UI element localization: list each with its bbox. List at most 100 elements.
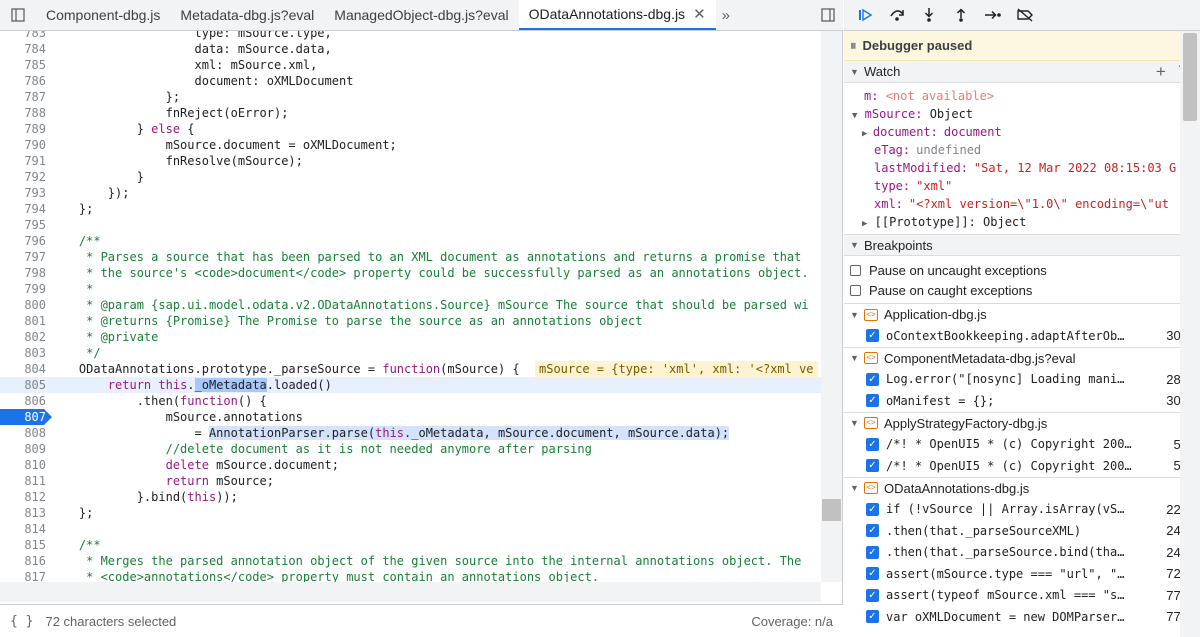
line-number[interactable]: 813 <box>0 505 46 521</box>
watch-property[interactable]: ▶ [[Prototype]]: Object <box>844 213 1200 231</box>
deactivate-breakpoints-icon[interactable] <box>1012 3 1038 27</box>
breakpoint-file-group[interactable]: ▼ <> ODataAnnotations-dbg.js <box>844 476 1200 499</box>
checkbox-checked-icon[interactable]: ✓ <box>866 394 879 408</box>
tab-odataannotations-dbg[interactable]: ODataAnnotations-dbg.js ✕ <box>518 0 716 30</box>
line-number[interactable]: 809 <box>0 441 46 457</box>
watch-property[interactable]: type: "xml" <box>844 177 1200 195</box>
checkbox-checked-icon[interactable]: ✓ <box>866 567 879 581</box>
checkbox-checked-icon[interactable]: ✓ <box>866 372 879 386</box>
line-number[interactable]: 806 <box>0 393 46 409</box>
editor-horizontal-scrollbar[interactable] <box>0 582 821 602</box>
line-number[interactable]: 787 <box>0 89 46 105</box>
more-tabs-icon[interactable]: » <box>716 0 736 30</box>
step-into-icon[interactable] <box>916 3 942 27</box>
line-number[interactable]: 789 <box>0 121 46 137</box>
checkbox-checked-icon[interactable]: ✓ <box>866 545 879 559</box>
add-watch-icon[interactable]: + <box>1156 62 1166 82</box>
line-number[interactable]: 794 <box>0 201 46 217</box>
watch-section-header[interactable]: ▼ Watch + ↻ <box>844 61 1200 83</box>
line-number[interactable]: 800 <box>0 297 46 313</box>
breakpoint-item[interactable]: ✓ assert(mSource.type === "url", "… 727 <box>844 563 1200 585</box>
line-number[interactable]: 805 <box>0 377 46 393</box>
checkbox-checked-icon[interactable]: ✓ <box>866 437 879 451</box>
scrollbar-thumb[interactable] <box>1183 33 1197 121</box>
breakpoint-file-group[interactable]: ▼ <> Application-dbg.js <box>844 303 1200 325</box>
format-braces-icon[interactable]: { } <box>10 614 33 629</box>
watch-property[interactable]: lastModified: "Sat, 12 Mar 2022 08:15:03 … <box>844 159 1200 177</box>
checkbox-checked-icon[interactable]: ✓ <box>866 329 879 343</box>
coverage-status: Coverage: n/a <box>751 613 833 629</box>
line-number[interactable]: 788 <box>0 105 46 121</box>
breakpoint-item[interactable]: ✓ oManifest = {}; 305 <box>844 390 1200 412</box>
line-number[interactable]: 810 <box>0 457 46 473</box>
toggle-debugger-sidebar-icon[interactable] <box>813 0 843 30</box>
breakpoint-item[interactable]: ✓ assert(typeof mSource.xml === "s… 774 <box>844 585 1200 607</box>
step-icon[interactable] <box>980 3 1006 27</box>
breakpoint-code: Log.error("[nosync] Loading mani… <box>886 372 1125 387</box>
toggle-navigator-icon[interactable] <box>0 0 36 30</box>
line-number[interactable]: 790 <box>0 137 46 153</box>
watch-property[interactable]: eTag: undefined <box>844 141 1200 159</box>
line-number[interactable]: 796 <box>0 233 46 249</box>
line-number[interactable]: 797 <box>0 249 46 265</box>
line-number[interactable]: 803 <box>0 345 46 361</box>
breakpoint-item[interactable]: ✓ var oXMLDocument = new DOMParser… 777 <box>844 606 1200 628</box>
line-number[interactable]: 793 <box>0 185 46 201</box>
line-number[interactable]: 817 <box>0 569 46 582</box>
line-number[interactable]: 802 <box>0 329 46 345</box>
line-number[interactable]: 795 <box>0 217 46 233</box>
checkbox-icon[interactable] <box>850 284 861 296</box>
watch-property[interactable]: ▶ document: document <box>844 123 1200 141</box>
line-number[interactable]: 801 <box>0 313 46 329</box>
breakpoint-file-group[interactable]: ▼ <> ComponentMetadata-dbg.js?eval <box>844 346 1200 369</box>
breakpoint-item[interactable]: ✓/*! * OpenUI5 * (c) Copyright 200…57 <box>844 455 1200 477</box>
tab-managedobject-dbg[interactable]: ManagedObject-dbg.js?eval <box>324 0 518 30</box>
step-out-icon[interactable] <box>948 3 974 27</box>
breakpoint-item[interactable]: ✓ if (!vSource || Array.isArray(vS… 225 <box>844 499 1200 521</box>
checkbox-checked-icon[interactable]: ✓ <box>866 459 879 473</box>
line-number[interactable]: 807 <box>0 409 46 425</box>
breakpoint-item[interactable]: ✓ .then(that._parseSource.bind(tha… 244 <box>844 542 1200 564</box>
tab-metadata-dbg[interactable]: Metadata-dbg.js?eval <box>170 0 324 30</box>
line-number[interactable]: 814 <box>0 521 46 537</box>
breakpoints-section-header[interactable]: ▼ Breakpoints <box>844 234 1200 256</box>
resume-icon[interactable] <box>852 3 878 27</box>
breakpoint-item[interactable]: ✓/*! * OpenUI5 * (c) Copyright 200…54 <box>844 434 1200 456</box>
scrollbar-thumb[interactable] <box>822 499 841 521</box>
checkbox-checked-icon[interactable]: ✓ <box>866 502 879 516</box>
line-number[interactable]: 791 <box>0 153 46 169</box>
checkbox-checked-icon[interactable]: ✓ <box>866 610 879 624</box>
line-number[interactable]: 792 <box>0 169 46 185</box>
line-number[interactable]: 812 <box>0 489 46 505</box>
line-number[interactable]: 786 <box>0 73 46 89</box>
close-icon[interactable]: ✕ <box>693 5 706 23</box>
line-number[interactable]: 784 <box>0 41 46 57</box>
line-number[interactable]: 815 <box>0 537 46 553</box>
line-number[interactable]: 804 <box>0 361 46 377</box>
watch-expression[interactable]: ▼ mSource: Object <box>844 105 1200 123</box>
watch-expression[interactable]: m: <not available> <box>844 87 1200 105</box>
line-number[interactable]: 808 <box>0 425 46 441</box>
breakpoint-item[interactable]: ✓ oContextBookkeeping.adaptAfterOb… 300 <box>844 325 1200 347</box>
checkbox-checked-icon[interactable]: ✓ <box>866 524 879 538</box>
breakpoint-item[interactable]: ✓ Log.error("[nosync] Loading mani… 281 <box>844 369 1200 391</box>
code-line: 795 <box>0 217 821 233</box>
editor-vertical-scrollbar[interactable] <box>821 31 842 582</box>
step-over-icon[interactable] <box>884 3 910 27</box>
pause-uncaught-checkbox[interactable]: Pause on uncaught exceptions <box>844 260 1200 280</box>
code-editor[interactable]: 783 type: mSource.type, 784 data: mSourc… <box>0 31 821 582</box>
line-number[interactable]: 798 <box>0 265 46 281</box>
checkbox-checked-icon[interactable]: ✓ <box>866 588 879 602</box>
sidebar-scrollbar[interactable] <box>1180 31 1200 637</box>
breakpoint-file-group[interactable]: ▼ <> ApplyStrategyFactory-dbg.js <box>844 411 1200 434</box>
checkbox-icon[interactable] <box>850 264 861 276</box>
tab-component-dbg[interactable]: Component-dbg.js <box>36 0 170 30</box>
collapse-triangle-icon: ▼ <box>850 309 859 320</box>
line-number[interactable]: 799 <box>0 281 46 297</box>
pause-caught-checkbox[interactable]: Pause on caught exceptions <box>844 280 1200 300</box>
line-number[interactable]: 816 <box>0 553 46 569</box>
line-number[interactable]: 785 <box>0 57 46 73</box>
breakpoint-item[interactable]: ✓ .then(that._parseSourceXML) 243 <box>844 520 1200 542</box>
line-number[interactable]: 811 <box>0 473 46 489</box>
watch-property[interactable]: xml: "<?xml version=\"1.0\" encoding=\"ut <box>844 195 1200 213</box>
